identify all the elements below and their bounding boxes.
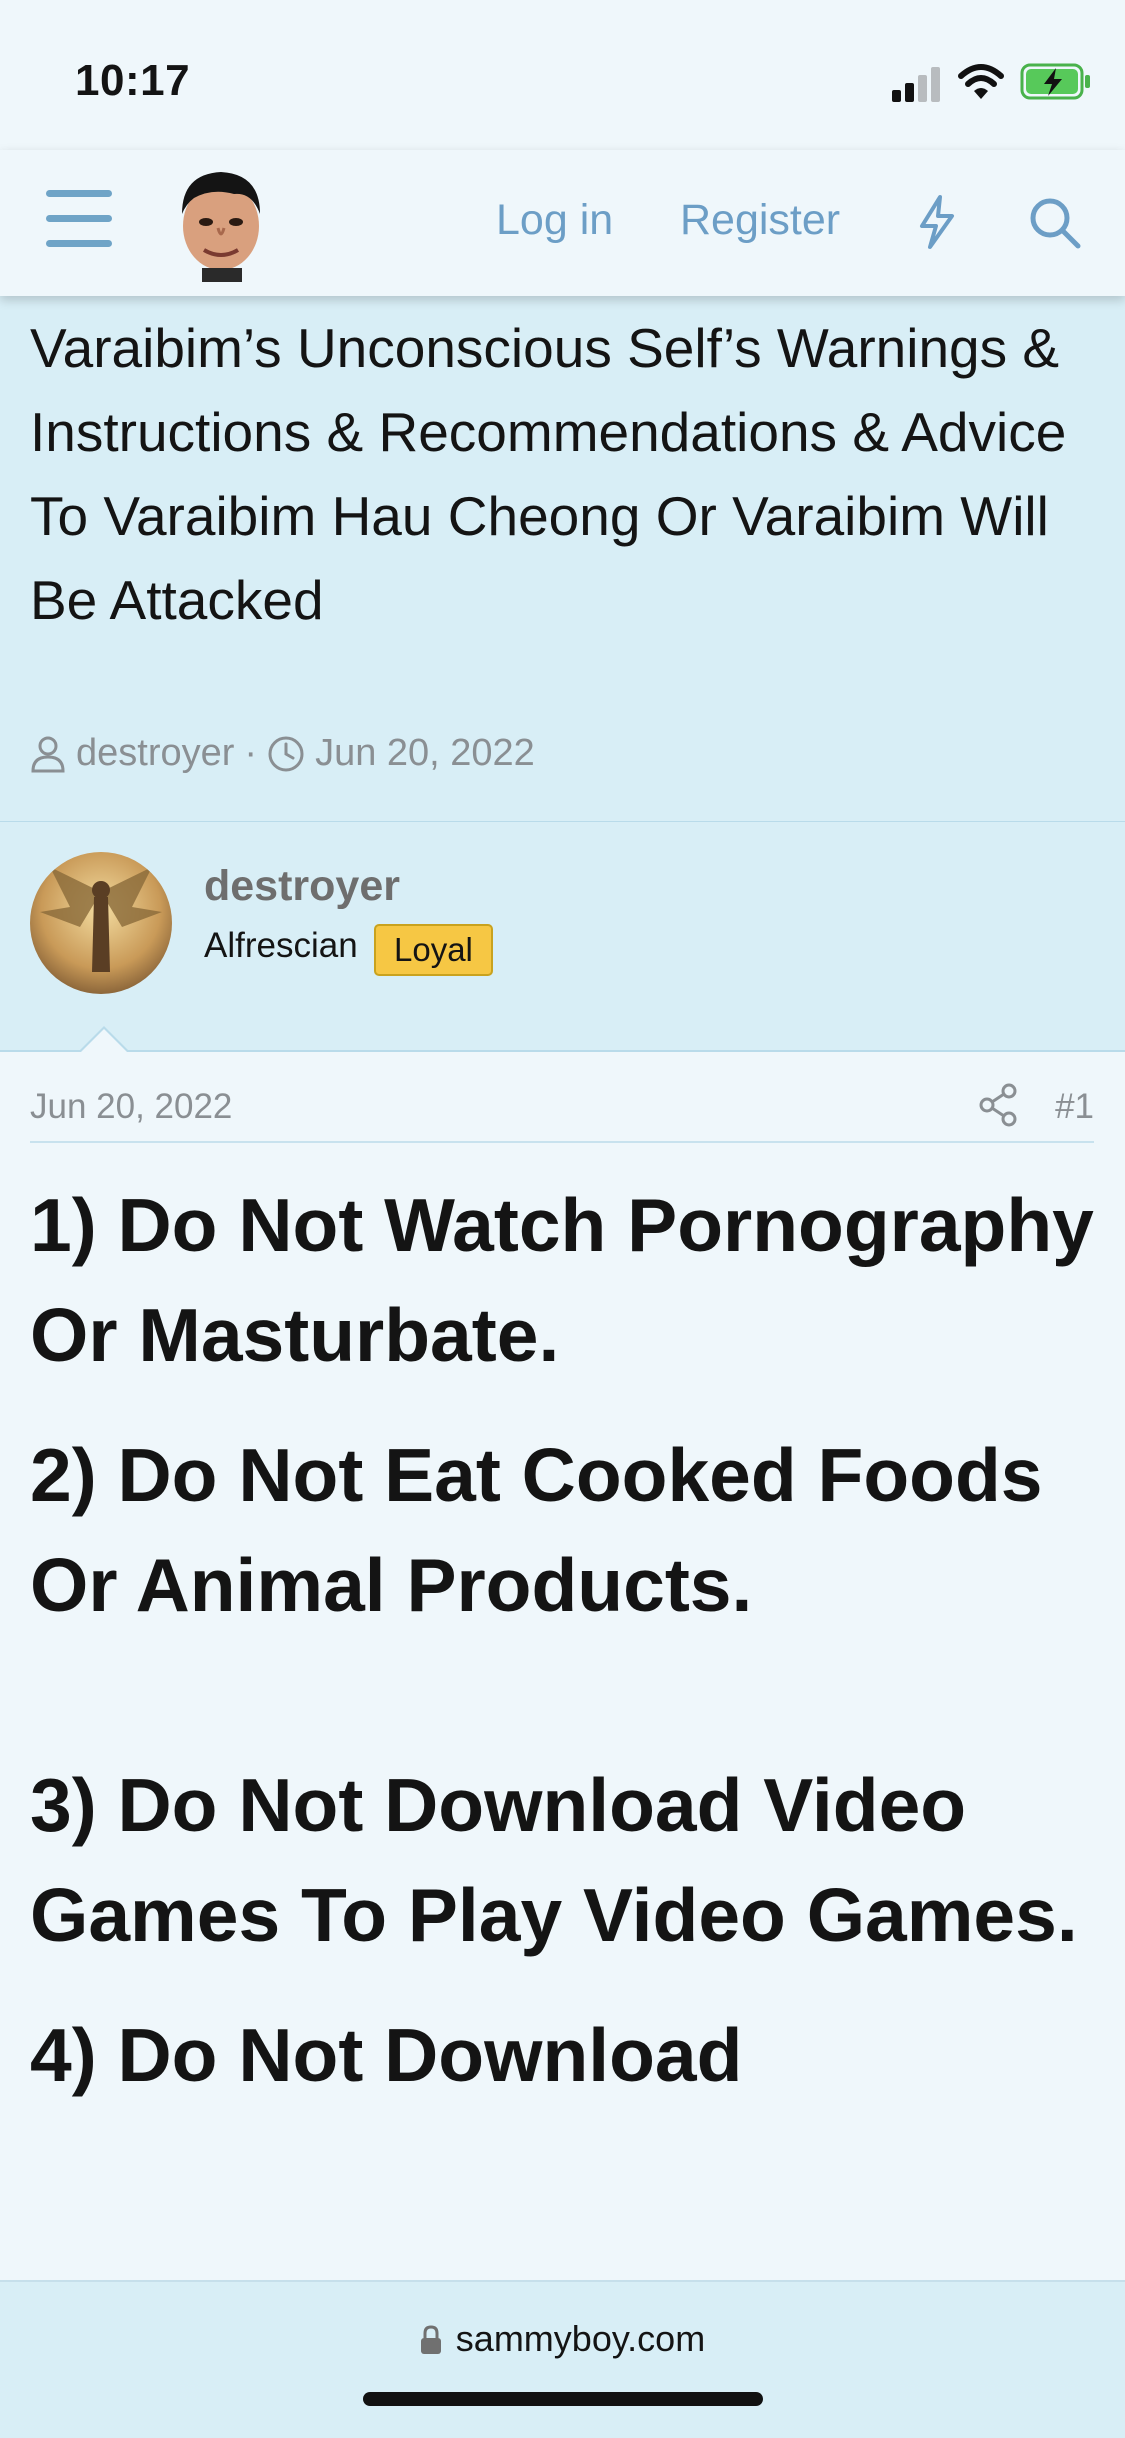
post-line-3: 3) Do Not Download Video Games To Play V… — [30, 1763, 1078, 1957]
wifi-icon — [958, 64, 1004, 99]
post-number-link[interactable]: #1 — [1055, 1087, 1094, 1127]
post-date-link[interactable]: Jun 20, 2022 — [30, 1087, 232, 1127]
url-text: sammyboy.com — [455, 2318, 706, 2359]
user-icon — [31, 736, 65, 772]
thread-title: Varaibim’s Unconscious Self’s Warnings &… — [30, 317, 1067, 631]
battery-charging-icon — [1020, 63, 1090, 100]
search-icon[interactable] — [1028, 196, 1082, 250]
post-line-4: 4) Do Not Download — [30, 2013, 743, 2097]
post-meta-bar: Jun 20, 2022 #1 — [30, 1083, 1094, 1143]
meta-separator: · — [244, 732, 258, 774]
url-display[interactable]: sammyboy.com — [0, 2318, 1125, 2360]
post-author-block: destroyer Alfrescian Loyal — [0, 822, 1125, 1052]
thread-date-link[interactable]: Jun 20, 2022 — [315, 732, 535, 775]
register-link[interactable]: Register — [680, 196, 840, 245]
clock-icon — [268, 736, 304, 771]
author-arrow-inner — [80, 1029, 128, 1053]
lock-icon — [420, 2325, 441, 2354]
top-navigation: Log in Register — [0, 150, 1125, 296]
share-icon[interactable] — [978, 1083, 1018, 1127]
status-time: 10:17 — [75, 56, 191, 105]
author-user-title: Alfrescian — [204, 926, 358, 965]
hamburger-menu-icon[interactable] — [46, 190, 116, 250]
thread-meta: destroyer · Jun 20, 2022 — [30, 732, 535, 775]
cellular-signal-icon — [892, 66, 944, 102]
site-logo-avatar[interactable] — [172, 164, 270, 282]
login-link[interactable]: Log in — [496, 196, 613, 245]
browser-address-bar[interactable]: sammyboy.com — [0, 2280, 1125, 2438]
author-name[interactable]: destroyer — [204, 862, 400, 911]
author-avatar[interactable] — [30, 852, 172, 994]
home-indicator[interactable] — [363, 2392, 763, 2406]
post-line-1: 1) Do Not Watch Pornography Or Masturbat… — [30, 1183, 1094, 1377]
whats-new-flash-icon[interactable] — [914, 194, 958, 250]
thread-author-link[interactable]: destroyer — [76, 732, 234, 775]
author-banner-badge: Loyal — [374, 924, 493, 976]
post-line-2: 2) Do Not Eat Cooked Foods Or Animal Pro… — [30, 1433, 1043, 1627]
thread-header: Varaibim’s Unconscious Self’s Warnings &… — [0, 296, 1125, 823]
status-bar: 10:17 — [0, 0, 1125, 150]
post-body: 1) Do Not Watch Pornography Or Masturbat… — [30, 1170, 1110, 2110]
